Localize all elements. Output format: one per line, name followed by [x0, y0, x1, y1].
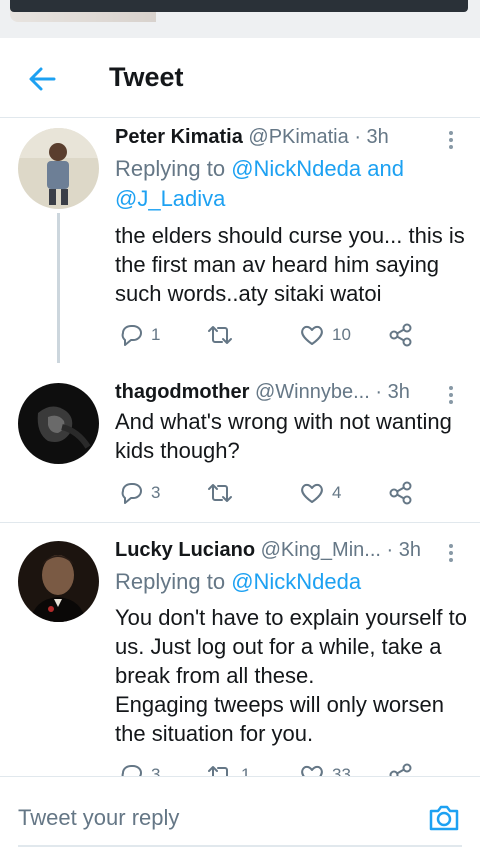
camera-icon — [429, 805, 459, 831]
retweet-count: 1 — [241, 765, 251, 776]
tweet-header: thagodmother @Winnybe... · 3h — [115, 381, 410, 407]
tweet-lucky-luciano[interactable]: Lucky Luciano @King_Min... · 3h Replying… — [0, 523, 480, 776]
reply-count: 3 — [151, 483, 161, 502]
top-image-strip — [0, 0, 480, 38]
tweet-time: · 3h — [386, 539, 421, 561]
tweet-peter-kimatia[interactable]: Peter Kimatia @PKimatia · 3h Replying to… — [0, 119, 480, 363]
reply-input[interactable] — [18, 801, 408, 835]
mention-link[interactable]: @NickNdeda — [231, 569, 361, 594]
mention-link[interactable]: @J_Ladiva — [115, 186, 225, 211]
tweet-text-line: us. Just log out for a while, take a — [115, 634, 442, 659]
page-title: Tweet — [109, 62, 184, 92]
retweet-icon — [208, 326, 232, 344]
heart-icon — [301, 765, 323, 776]
retweet-button[interactable] — [205, 479, 241, 507]
reply-icon — [121, 483, 142, 504]
avatar[interactable] — [18, 383, 99, 464]
retweet-icon — [208, 484, 232, 502]
retweet-icon — [208, 766, 228, 776]
thread-connector — [57, 213, 60, 363]
reply-composer — [0, 776, 480, 854]
back-button[interactable] — [22, 60, 64, 98]
more-vertical-icon — [444, 386, 458, 404]
tweet-time: · 3h — [375, 381, 410, 403]
reply-button[interactable]: 3 — [117, 761, 160, 776]
more-vertical-icon — [444, 131, 458, 149]
app-header: Tweet — [0, 38, 480, 118]
more-button[interactable] — [444, 383, 458, 409]
tweet-actions: 3 1 33 — [115, 761, 445, 776]
like-button[interactable]: 33 — [298, 761, 351, 776]
like-count: 4 — [332, 483, 342, 502]
tweet-header: Lucky Luciano @King_Min... · 3h — [115, 539, 421, 565]
display-name[interactable]: thagodmother — [115, 381, 249, 403]
reply-count: 1 — [151, 325, 161, 344]
tweet-actions: 3 4 — [115, 479, 445, 507]
replying-and: and — [361, 156, 404, 181]
tweet-text: the elders should curse you... this is t… — [115, 221, 470, 308]
tweet-text-line: the elders should curse you... this is — [115, 223, 465, 248]
heart-icon — [301, 325, 323, 345]
like-button[interactable]: 10 — [298, 321, 351, 349]
reply-icon — [121, 325, 142, 346]
avatar[interactable] — [18, 128, 99, 209]
more-vertical-icon — [444, 544, 458, 562]
tweet-text: And what's wrong with not wanting kids t… — [115, 407, 470, 465]
share-button[interactable] — [387, 479, 415, 507]
display-name[interactable]: Peter Kimatia — [115, 126, 243, 148]
replying-prefix: Replying to — [115, 156, 232, 181]
tweet-text-line: the situation for you. — [115, 721, 314, 746]
reply-icon — [121, 765, 142, 776]
share-icon — [389, 763, 412, 776]
replying-to: Replying to @NickNdeda and @J_Ladiva — [115, 154, 404, 214]
previous-media-bar — [10, 0, 468, 12]
user-handle[interactable]: @King_Min... — [261, 539, 381, 561]
more-button[interactable] — [444, 128, 458, 154]
camera-button[interactable] — [427, 801, 461, 835]
share-icon — [389, 481, 412, 505]
avatar[interactable] — [18, 541, 99, 622]
tweet-thagodmother[interactable]: thagodmother @Winnybe... · 3h And what's… — [0, 363, 480, 521]
arrow-left-icon — [29, 67, 56, 91]
tweet-text-line: kids though? — [115, 438, 240, 463]
replying-to: Replying to @NickNdeda — [115, 567, 361, 597]
user-handle[interactable]: @PKimatia — [248, 126, 348, 148]
tweet-actions: 1 10 — [115, 321, 445, 349]
more-button[interactable] — [444, 541, 458, 567]
mention-link[interactable]: @NickNdeda — [231, 156, 361, 181]
share-icon — [389, 323, 412, 347]
heart-icon — [301, 483, 323, 503]
reply-button[interactable]: 1 — [117, 321, 160, 349]
user-handle[interactable]: @Winnybe... — [255, 381, 370, 403]
reply-button[interactable]: 3 — [117, 479, 160, 507]
like-count: 33 — [332, 765, 351, 776]
tweet-text-line: You don't have to explain yourself to — [115, 605, 467, 630]
share-button[interactable] — [387, 321, 415, 349]
like-count: 10 — [332, 325, 351, 344]
retweet-button[interactable] — [205, 321, 241, 349]
tweet-text-line: break from all these. — [115, 663, 315, 688]
tweet-text-line: the first man av heard him saying — [115, 252, 440, 277]
tweet-time: · 3h — [354, 126, 389, 148]
tweet-header: Peter Kimatia @PKimatia · 3h — [115, 126, 389, 152]
tweet-text: You don't have to explain yourself to us… — [115, 603, 470, 748]
reply-count: 3 — [151, 765, 161, 776]
tweet-text-line: And what's wrong with not wanting — [115, 409, 452, 434]
tweet-text-line: such words..aty sitaki watoi — [115, 281, 382, 306]
reply-input-underline — [18, 845, 462, 847]
retweet-button[interactable]: 1 — [205, 761, 250, 776]
share-button[interactable] — [387, 761, 415, 776]
tweet-text-line: Engaging tweeps will only worsen — [115, 692, 444, 717]
like-button[interactable]: 4 — [298, 479, 341, 507]
replying-prefix: Replying to — [115, 569, 232, 594]
display-name[interactable]: Lucky Luciano — [115, 539, 255, 561]
